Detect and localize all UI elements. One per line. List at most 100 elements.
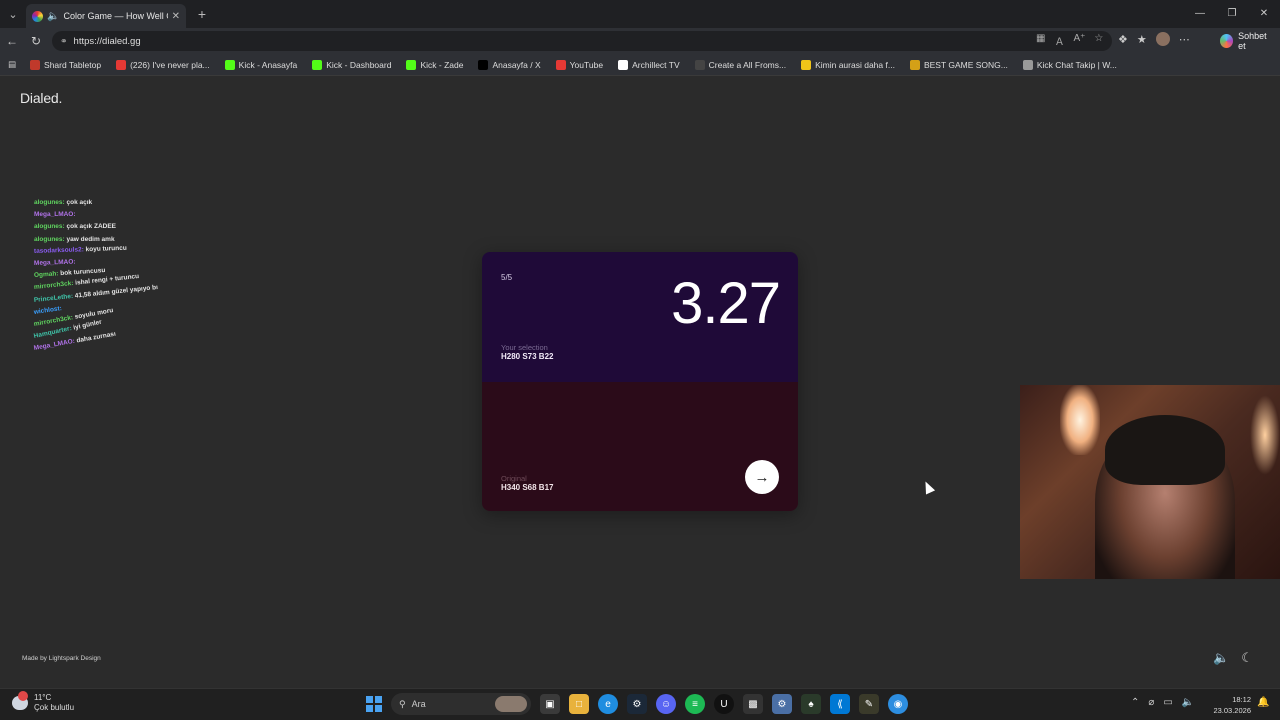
webcam-light [1250,395,1280,475]
chat-message: alogunes: çok açık ZADEE [34,221,194,233]
bookmark-item[interactable]: Kick Chat Takip | W... [1022,59,1117,70]
taskbar-clock[interactable]: 18:12 23.03.2026 [1213,694,1251,716]
extensions-icon[interactable]: ❖ [1118,33,1128,46]
clock-date: 23.03.2026 [1213,706,1251,715]
page-content: Dialed. alogunes: çok açık Mega_LMAO: alo… [0,77,1280,685]
chat-username: Mega_LMAO: [33,258,76,268]
notification-bell-icon[interactable]: 🔔 [1257,697,1269,708]
original-swatch: Original H340 S68 B17 → [482,382,798,511]
bookmarks-bar: ▤ Shard Tabletop (226) I've never pla... K… [0,54,1280,76]
address-bar-row: ← ↻ ⚭ https://dialed.gg ▦ Ａ A⁺ ☆ ❖ ★ ⋯ S… [0,28,1280,54]
weather-widget[interactable]: 11°C Çok bulutlu [12,691,74,713]
chat-username: alogunes: [34,199,65,206]
selection-label: Your selection [501,343,548,352]
made-by-credit[interactable]: Made by Lightspark Design [22,655,101,662]
back-icon[interactable]: ← [0,34,24,48]
url-field[interactable]: ⚭ https://dialed.gg [52,31,1112,51]
site-logo[interactable]: Dialed. [20,90,62,106]
bookmark-favicon-icon [801,59,812,70]
bookmark-item[interactable]: Create a All Froms... [694,59,786,70]
game-app-icon[interactable]: ♠ [801,694,821,714]
toolbar-tools: ❖ ★ ⋯ [1118,32,1190,46]
favorite-star-icon[interactable]: ☆ [1094,33,1103,48]
minimize-icon[interactable]: — [1184,0,1216,28]
weather-temp: 11°C [34,693,52,702]
bookmarks-menu-icon[interactable]: ▤ [8,59,16,70]
bookmark-label: Kick - Dashboard [326,59,392,70]
chat-username: Ogmah: [33,270,59,280]
colorwheel-favicon-icon [32,10,43,22]
close-tab-icon[interactable]: ✕ [172,11,180,22]
chat-text: daha zurnası [75,331,117,345]
profile-avatar[interactable] [1155,32,1170,46]
original-label: Original [501,474,527,483]
file-explorer-icon[interactable]: □ [569,694,589,714]
speaker-icon[interactable]: 🔈 [47,11,59,22]
original-value: H340 S68 B17 [501,483,554,492]
steam-icon[interactable]: ⚙ [627,694,647,714]
tray-chevron-up-icon[interactable]: ⌃ [1131,697,1139,708]
tab-list-chevron-icon[interactable]: ⌄ [0,0,26,28]
browser-app-icon[interactable]: ◉ [888,694,908,714]
translate-icon[interactable]: Ａ [1054,33,1064,48]
start-windows-icon[interactable] [366,696,382,712]
bookmark-item[interactable]: YouTube [555,59,604,70]
bookmark-item[interactable]: Kick - Zade [406,59,464,70]
webcam-light [1060,385,1100,455]
clock-time: 18:12 [1232,695,1251,704]
bookmark-item[interactable]: BEST GAME SONG... [909,59,1008,70]
network-icon[interactable]: ⌀ [1148,697,1154,708]
edge-browser-icon[interactable]: e [598,694,618,714]
more-menu-icon[interactable]: ⋯ [1179,33,1190,46]
search-icon: ⚲ [399,698,406,709]
sound-icon[interactable]: 🔈 [1213,650,1229,666]
bookmark-item[interactable]: Kick - Anasayfa [224,59,297,70]
taskbar-search[interactable]: ⚲ Ara [391,693,531,715]
bookmark-item[interactable]: Kick - Dashboard [312,59,392,70]
display-icon[interactable]: ▭ [1163,697,1172,708]
taskbar-apps: ⚲ Ara ▣ □ e ⚙ ☺ ≡ U ▩ ⚙ ♠ ⟪ ✎ ◉ [366,693,908,715]
volume-icon[interactable]: 🔈 [1182,697,1194,708]
round-counter: 5/5 [501,273,513,282]
copilot-button[interactable]: Sohbet et [1214,31,1280,51]
chat-username: alogunes: [34,235,65,243]
selection-value: H280 S73 B22 [501,352,554,361]
close-window-icon[interactable]: ✕ [1248,0,1280,28]
app-icon[interactable]: ▦ [1036,33,1045,48]
bookmark-label: Archillect TV [632,59,680,70]
bookmark-item[interactable]: Anasayfa / X [478,59,541,70]
discord-icon[interactable]: ☺ [656,694,676,714]
next-button[interactable]: → [745,460,779,494]
site-info-icon[interactable]: ⚭ [60,36,68,47]
chat-text: çok açık ZADEE [66,223,117,231]
bookmark-favicon-icon [618,59,629,70]
chat-text: koyu turuncu [85,244,127,254]
task-view-icon[interactable]: ▣ [540,694,560,714]
stream-chat-overlay: alogunes: çok açık Mega_LMAO: alogunes: ç… [33,197,194,356]
chat-message: Mega_LMAO: [34,209,194,221]
result-card: 5/5 3.27 Your selection H280 S73 B22 Ori… [482,252,798,511]
new-tab-button[interactable]: + [190,6,214,22]
restore-icon[interactable]: ❐ [1216,0,1248,28]
settings-app-icon[interactable]: ⚙ [772,694,792,714]
notes-app-icon[interactable]: ▩ [743,694,763,714]
bookmark-label: YouTube [569,59,604,70]
bookmark-item[interactable]: Shard Tabletop [30,59,101,70]
favorites-icon[interactable]: ★ [1137,33,1147,46]
paint-app-icon[interactable]: ✎ [859,694,879,714]
read-aloud-icon[interactable]: A⁺ [1073,33,1085,48]
chat-message: alogunes: çok açık [34,197,194,209]
bookmark-favicon-icon [555,59,566,70]
bookmark-item[interactable]: (226) I've never pla... [116,59,210,70]
dark-mode-moon-icon[interactable]: ☾ [1241,650,1253,666]
bookmark-label: Kick - Zade [420,59,464,70]
bookmark-item[interactable]: Archillect TV [618,59,680,70]
spotify-icon[interactable]: ≡ [685,694,705,714]
browser-tab[interactable]: 🔈 Color Game — How Well Can ✕ [26,4,186,28]
bookmark-item[interactable]: Kimin aurasi daha f... [801,59,895,70]
copilot-label: Sohbet et [1238,31,1267,51]
bookmark-label: (226) I've never pla... [130,59,210,70]
vscode-icon[interactable]: ⟪ [830,694,850,714]
unreal-engine-icon[interactable]: U [714,694,734,714]
reload-icon[interactable]: ↻ [24,34,48,48]
